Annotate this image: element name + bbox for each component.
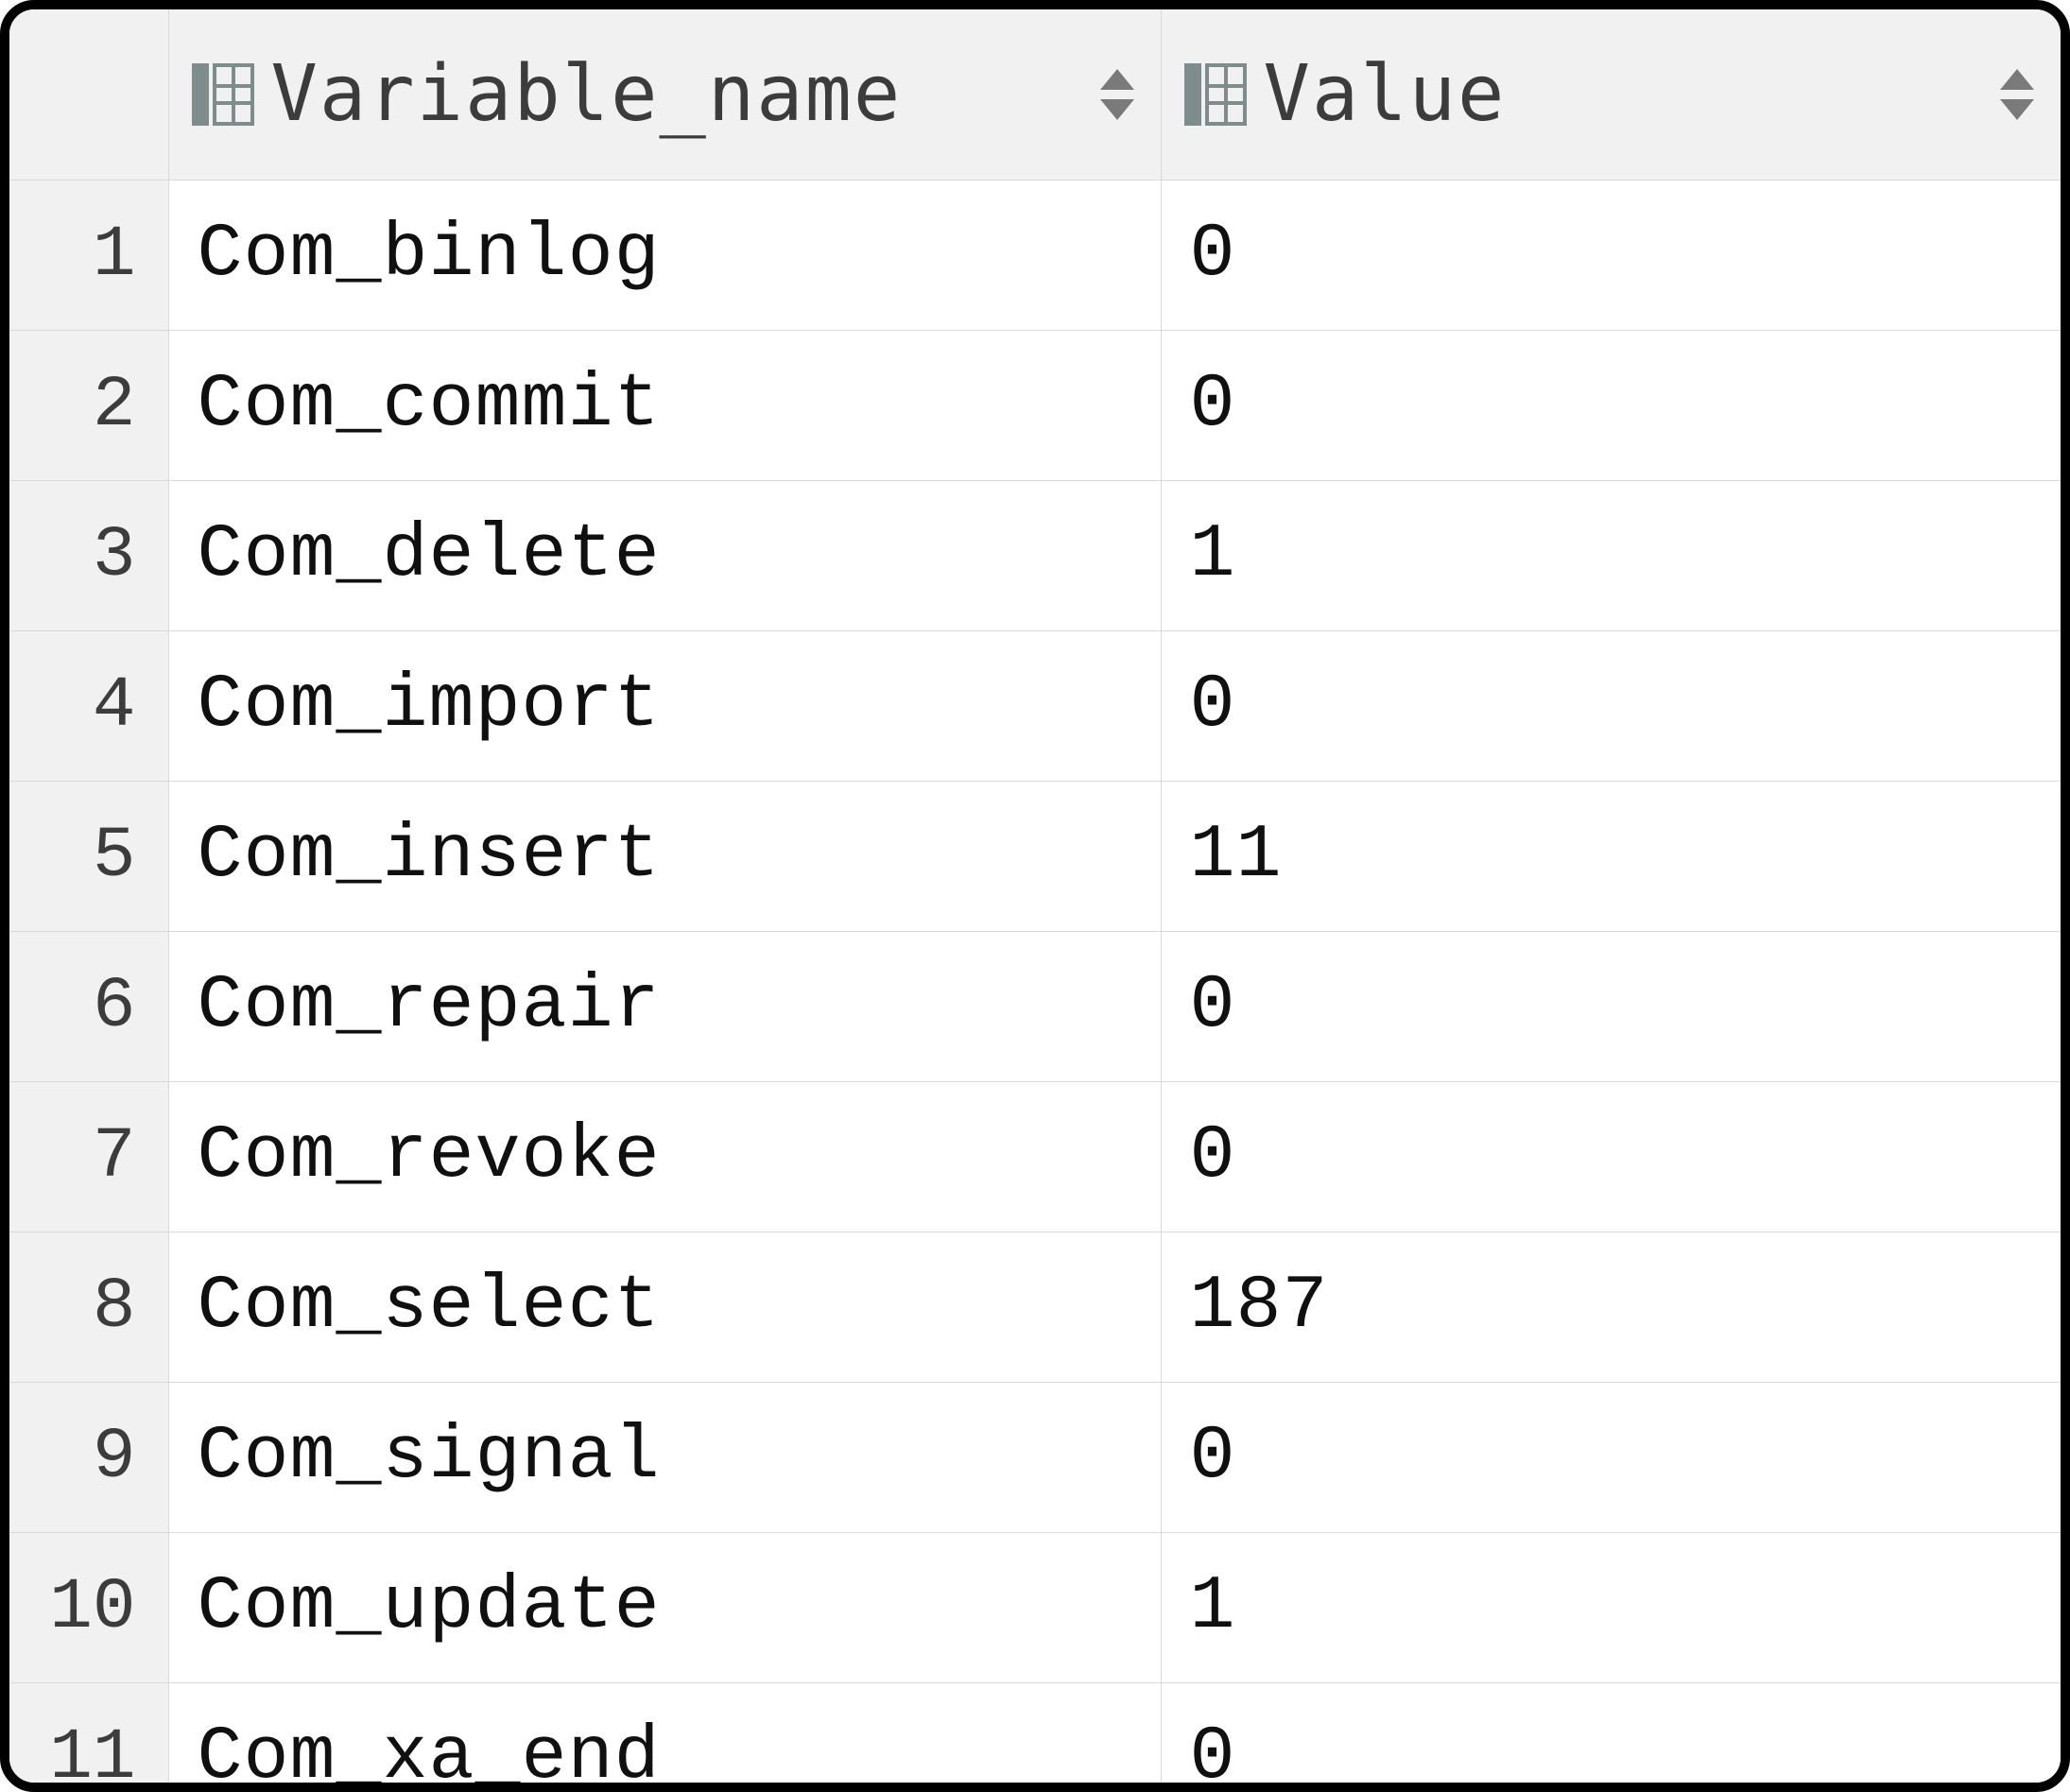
- cell-value[interactable]: 1: [1161, 1533, 2061, 1683]
- table-row[interactable]: 3 Com_delete 1: [9, 481, 2061, 631]
- row-number: 3: [9, 481, 168, 631]
- cell-variable-name[interactable]: Com_commit: [168, 331, 1161, 481]
- table-row[interactable]: 7 Com_revoke 0: [9, 1082, 2061, 1232]
- row-number: 4: [9, 631, 168, 782]
- cell-value[interactable]: 1: [1161, 481, 2061, 631]
- cell-variable-name[interactable]: Com_delete: [168, 481, 1161, 631]
- cell-value[interactable]: 0: [1161, 1383, 2061, 1533]
- results-panel: Variable_name Value: [0, 0, 2070, 1792]
- row-number: 2: [9, 331, 168, 481]
- cell-variable-name[interactable]: Com_revoke: [168, 1082, 1161, 1232]
- table-header-row: Variable_name Value: [9, 9, 2061, 181]
- cell-variable-name[interactable]: Com_import: [168, 631, 1161, 782]
- cell-variable-name[interactable]: Com_repair: [168, 932, 1161, 1082]
- cell-value[interactable]: 0: [1161, 1683, 2061, 1792]
- cell-value[interactable]: 0: [1161, 1082, 2061, 1232]
- cell-variable-name[interactable]: Com_select: [168, 1232, 1161, 1383]
- sort-icon[interactable]: [2000, 69, 2034, 120]
- table-row[interactable]: 8 Com_select 187: [9, 1232, 2061, 1383]
- cell-variable-name[interactable]: Com_update: [168, 1533, 1161, 1683]
- row-number-header[interactable]: [9, 9, 168, 181]
- sort-icon[interactable]: [1100, 69, 1134, 120]
- table-row[interactable]: 5 Com_insert 11: [9, 782, 2061, 932]
- row-number: 10: [9, 1533, 168, 1683]
- table-row[interactable]: 1 Com_binlog 0: [9, 181, 2061, 331]
- row-number: 9: [9, 1383, 168, 1533]
- row-number: 8: [9, 1232, 168, 1383]
- table-row[interactable]: 2 Com_commit 0: [9, 331, 2061, 481]
- row-number: 11: [9, 1683, 168, 1792]
- row-number: 1: [9, 181, 168, 331]
- column-type-icon: [192, 63, 254, 126]
- column-header-label: Variable_name: [271, 56, 903, 133]
- cell-value[interactable]: 0: [1161, 631, 2061, 782]
- row-number: 7: [9, 1082, 168, 1232]
- results-table: Variable_name Value: [9, 9, 2061, 1792]
- table-row[interactable]: 6 Com_repair 0: [9, 932, 2061, 1082]
- cell-value[interactable]: 11: [1161, 782, 2061, 932]
- column-type-icon: [1184, 63, 1247, 126]
- cell-variable-name[interactable]: Com_binlog: [168, 181, 1161, 331]
- cell-value[interactable]: 0: [1161, 331, 2061, 481]
- table-row[interactable]: 11 Com_xa_end 0: [9, 1683, 2061, 1792]
- table-row[interactable]: 4 Com_import 0: [9, 631, 2061, 782]
- cell-value[interactable]: 0: [1161, 932, 2061, 1082]
- row-number: 6: [9, 932, 168, 1082]
- table-row[interactable]: 10 Com_update 1: [9, 1533, 2061, 1683]
- table-row[interactable]: 9 Com_signal 0: [9, 1383, 2061, 1533]
- column-header-variable-name[interactable]: Variable_name: [168, 9, 1161, 181]
- row-number: 5: [9, 782, 168, 932]
- cell-value[interactable]: 187: [1161, 1232, 2061, 1383]
- table-body: 1 Com_binlog 0 2 Com_commit 0 3 Com_dele…: [9, 181, 2061, 1792]
- column-header-label: Value: [1264, 56, 1507, 133]
- cell-variable-name[interactable]: Com_xa_end: [168, 1683, 1161, 1792]
- cell-value[interactable]: 0: [1161, 181, 2061, 331]
- cell-variable-name[interactable]: Com_signal: [168, 1383, 1161, 1533]
- cell-variable-name[interactable]: Com_insert: [168, 782, 1161, 932]
- column-header-value[interactable]: Value: [1161, 9, 2061, 181]
